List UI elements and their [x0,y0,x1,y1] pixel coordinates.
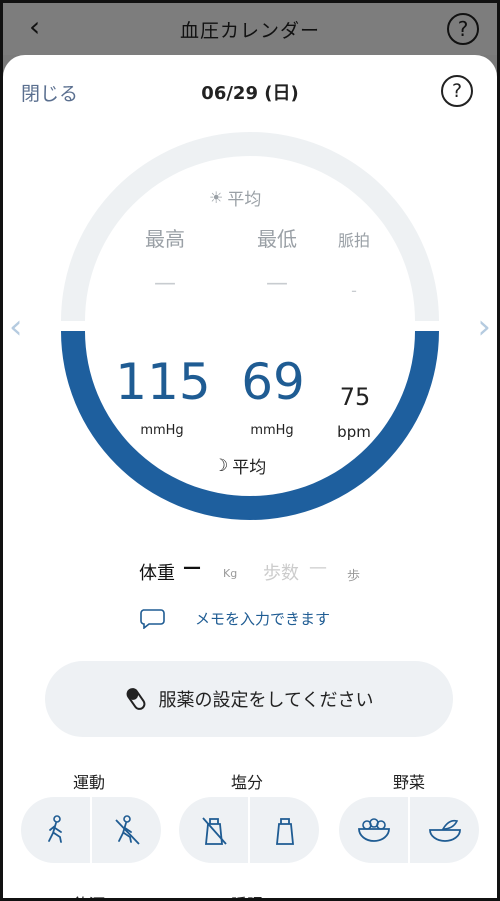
app-frame: ‹ 血圧カレンダー ? 閉じる 06/29 (日) ? ‹ › ☀ 平均 最高 … [0,0,500,901]
evening-max-value: 115 [115,353,211,411]
back-icon[interactable]: ‹ [29,13,40,41]
morning-pulse-value: - [351,281,357,300]
morning-max-value: — [154,271,176,296]
top-bar: ‹ 血圧カレンダー ? [3,3,497,55]
evening-min-value: 69 [241,353,305,411]
vegetables-toggle [339,797,479,863]
steps-label: 歩数 [263,563,299,584]
morning-max-label: 最高 [145,227,185,251]
salt-toggle [179,797,319,863]
exercise-no-button[interactable] [92,797,161,863]
weight-label: 体重 [139,563,175,584]
exercise-label: 運動 [73,773,106,792]
morning-min-value: — [266,271,288,296]
salt-label: 塩分 [231,773,264,792]
medication-label: 服薬の設定をしてください [158,690,374,711]
sunrise-icon: ☀ [209,188,224,207]
morning-average-label: ☀ 平均 [209,185,261,210]
vegetables-few-button[interactable] [410,797,479,863]
page-title: 血圧カレンダー [179,19,320,42]
exercise-yes-button[interactable] [21,797,90,863]
exercise-toggle [21,797,161,863]
steps-unit: 歩 [347,569,361,584]
vegetables-many-button[interactable] [339,797,408,863]
salt-shaker-icon [275,818,294,845]
help-icon[interactable]: ? [447,13,479,45]
steps-value[interactable]: — [309,557,327,578]
salad-bowl-icon [357,818,390,842]
salt-low-button[interactable] [179,797,248,863]
memo-placeholder: メモを入力できます [195,609,331,628]
weight-unit: Kg [223,567,238,580]
min-unit: mmHg [250,423,294,438]
evening-pulse-value: 75 [339,383,371,411]
drinking-label: 飲酒 [73,891,105,898]
no-walking-icon [114,815,140,845]
speech-bubble-icon [140,609,165,629]
medication-setting-button[interactable]: 服薬の設定をしてください [45,661,453,737]
no-salt-shaker-icon [201,817,227,845]
morning-min-label: 最低 [257,227,297,251]
morning-label-text: 平均 [227,190,262,210]
small-salad-bowl-icon [428,819,461,842]
memo-input[interactable]: メモを入力できます [139,607,330,629]
pill-icon [126,688,145,710]
calendar-sheet: 閉じる 06/29 (日) ? ‹ › ☀ 平均 最高 最低 脈拍 — — - … [3,55,497,898]
evening-label-text: 平均 [232,458,267,478]
pulse-unit: bpm [337,423,371,441]
weight-value[interactable]: — [183,557,201,578]
max-unit: mmHg [140,423,184,438]
vegetables-label: 野菜 [393,773,426,792]
morning-pulse-label: 脈拍 [337,231,370,250]
evening-average-label: ☽ 平均 [213,453,267,479]
moon-icon: ☽ [213,455,229,476]
sleep-label: 睡眠 [231,891,263,898]
walking-icon [47,815,62,843]
salt-high-button[interactable] [250,797,319,863]
